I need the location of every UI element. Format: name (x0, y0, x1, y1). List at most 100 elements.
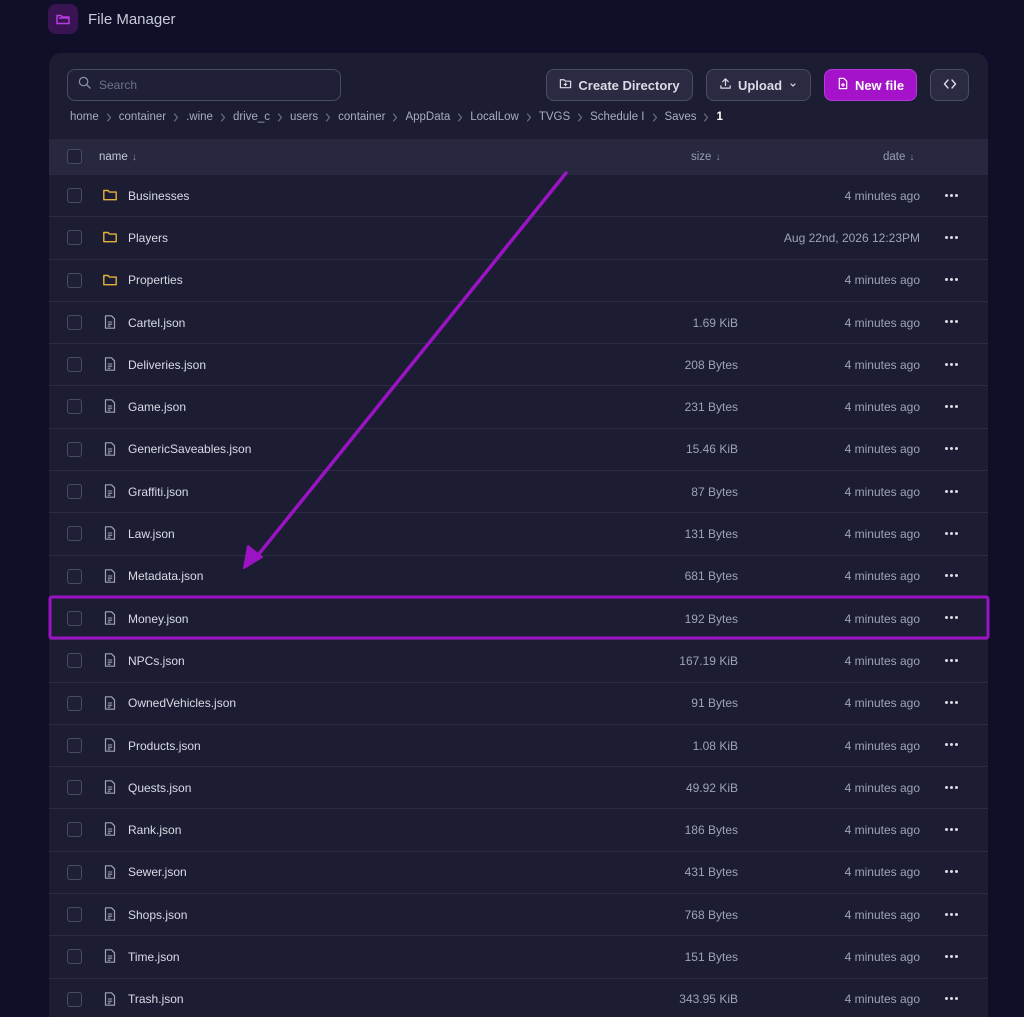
file-row[interactable]: Time.json 151 Bytes 4 minutes ago (49, 936, 988, 979)
row-checkbox[interactable] (67, 272, 82, 288)
file-row[interactable]: GenericSaveables.json 15.46 KiB 4 minutes … (49, 429, 988, 472)
file-name[interactable]: Graffiti.json (128, 485, 188, 499)
file-name[interactable]: Quests.json (128, 781, 191, 795)
file-row[interactable]: Businesses 4 minutes ago (49, 175, 988, 218)
search-box[interactable] (67, 69, 341, 101)
file-name[interactable]: Businesses (128, 189, 189, 203)
file-row[interactable]: Properties 4 minutes ago (49, 260, 988, 302)
file-name[interactable]: Game.json (128, 400, 186, 414)
breadcrumb-link[interactable]: AppData (405, 111, 450, 123)
code-view-button[interactable] (930, 69, 969, 101)
row-checkbox[interactable] (67, 949, 82, 965)
more-options-icon[interactable] (943, 695, 959, 711)
file-name[interactable]: Sewer.json (128, 865, 187, 879)
column-header-name[interactable]: name ↓ (99, 151, 137, 163)
row-checkbox[interactable] (67, 864, 82, 880)
file-name[interactable]: GenericSaveables.json (128, 442, 251, 456)
file-row[interactable]: Products.json 1.08 KiB 4 minutes ago (49, 725, 988, 768)
file-name[interactable]: Metadata.json (128, 569, 203, 583)
row-checkbox[interactable] (67, 780, 82, 796)
more-options-icon[interactable] (943, 652, 959, 668)
file-row[interactable]: Game.json 231 Bytes 4 minutes ago (49, 386, 988, 429)
more-options-icon[interactable] (943, 356, 959, 372)
breadcrumb-link[interactable]: container (338, 111, 385, 123)
file-row[interactable]: Money.json 192 Bytes 4 minutes ago (49, 598, 988, 641)
file-name[interactable]: Time.json (128, 950, 180, 964)
breadcrumb-link[interactable]: drive_c (233, 111, 270, 123)
row-checkbox[interactable] (67, 314, 82, 330)
file-row[interactable]: Shops.json 768 Bytes 4 minutes ago (49, 894, 988, 937)
more-options-icon[interactable] (943, 483, 959, 499)
row-checkbox[interactable] (67, 441, 82, 457)
file-row[interactable]: Trash.json 343.95 KiB 4 minutes ago (49, 979, 988, 1017)
file-row[interactable]: OwnedVehicles.json 91 Bytes 4 minutes ago (49, 683, 988, 725)
row-checkbox[interactable] (67, 399, 82, 415)
file-name[interactable]: Trash.json (128, 992, 184, 1006)
file-name[interactable]: OwnedVehicles.json (128, 696, 236, 710)
row-checkbox[interactable] (67, 484, 82, 500)
row-checkbox[interactable] (67, 610, 82, 626)
more-options-icon[interactable] (943, 314, 959, 330)
breadcrumb-link[interactable]: users (290, 111, 318, 123)
breadcrumb-link[interactable]: container (119, 111, 166, 123)
breadcrumb-link[interactable]: home (70, 111, 99, 123)
file-row[interactable]: Deliveries.json 208 Bytes 4 minutes ago (49, 344, 988, 387)
breadcrumb-link[interactable]: LocalLow (470, 111, 519, 123)
file-name[interactable]: Shops.json (128, 908, 187, 922)
more-options-icon[interactable] (943, 737, 959, 753)
file-row[interactable]: Metadata.json 681 Bytes 4 minutes ago (49, 556, 988, 598)
more-options-icon[interactable] (943, 948, 959, 964)
more-options-icon[interactable] (943, 991, 959, 1007)
file-row[interactable]: Rank.json 186 Bytes 4 minutes ago (49, 809, 988, 852)
file-row[interactable]: Quests.json 49.92 KiB 4 minutes ago (49, 767, 988, 810)
file-name[interactable]: Players (128, 231, 168, 245)
select-all-checkbox[interactable] (67, 149, 82, 164)
file-name[interactable]: Deliveries.json (128, 358, 206, 372)
file-row[interactable]: Graffiti.json 87 Bytes 4 minutes ago (49, 471, 988, 514)
file-row[interactable]: Law.json 131 Bytes 4 minutes ago (49, 513, 988, 556)
row-checkbox[interactable] (67, 230, 82, 246)
more-options-icon[interactable] (943, 779, 959, 795)
file-name[interactable]: NPCs.json (128, 654, 185, 668)
row-checkbox[interactable] (67, 653, 82, 669)
more-options-icon[interactable] (943, 525, 959, 541)
more-options-icon[interactable] (943, 906, 959, 922)
breadcrumb-link[interactable]: TVGS (539, 111, 570, 123)
breadcrumb-link[interactable]: Saves (665, 111, 697, 123)
file-row[interactable]: Cartel.json 1.69 KiB 4 minutes ago (49, 302, 988, 345)
create-directory-button[interactable]: Create Directory (546, 69, 693, 101)
more-options-icon[interactable] (943, 441, 959, 457)
file-name[interactable]: Cartel.json (128, 316, 185, 330)
file-name[interactable]: Law.json (128, 527, 175, 541)
column-header-size[interactable]: size ↓ (691, 151, 720, 163)
row-checkbox[interactable] (67, 737, 82, 753)
more-options-icon[interactable] (943, 821, 959, 837)
column-header-date[interactable]: date ↓ (883, 151, 914, 163)
breadcrumb-link[interactable]: Schedule I (590, 111, 644, 123)
breadcrumb-link[interactable]: .wine (186, 111, 213, 123)
row-checkbox[interactable] (67, 991, 82, 1007)
more-options-icon[interactable] (943, 229, 959, 245)
file-name[interactable]: Products.json (128, 739, 201, 753)
file-row[interactable]: Players Aug 22nd, 2026 12:23PM (49, 217, 988, 260)
more-options-icon[interactable] (943, 398, 959, 414)
more-options-icon[interactable] (943, 568, 959, 584)
new-file-button[interactable]: New file (824, 69, 917, 101)
row-checkbox[interactable] (67, 907, 82, 923)
more-options-icon[interactable] (943, 610, 959, 626)
row-checkbox[interactable] (67, 568, 82, 584)
more-options-icon[interactable] (943, 187, 959, 203)
row-checkbox[interactable] (67, 695, 82, 711)
file-name[interactable]: Properties (128, 273, 183, 287)
upload-button[interactable]: Upload (706, 69, 811, 101)
more-options-icon[interactable] (943, 272, 959, 288)
row-checkbox[interactable] (67, 357, 82, 373)
row-checkbox[interactable] (67, 188, 82, 203)
file-row[interactable]: NPCs.json 167.19 KiB 4 minutes ago (49, 640, 988, 683)
file-row[interactable]: Sewer.json 431 Bytes 4 minutes ago (49, 852, 988, 895)
file-name[interactable]: Rank.json (128, 823, 181, 837)
row-checkbox[interactable] (67, 822, 82, 838)
row-checkbox[interactable] (67, 526, 82, 542)
file-name[interactable]: Money.json (128, 612, 188, 626)
search-input[interactable] (99, 78, 319, 92)
